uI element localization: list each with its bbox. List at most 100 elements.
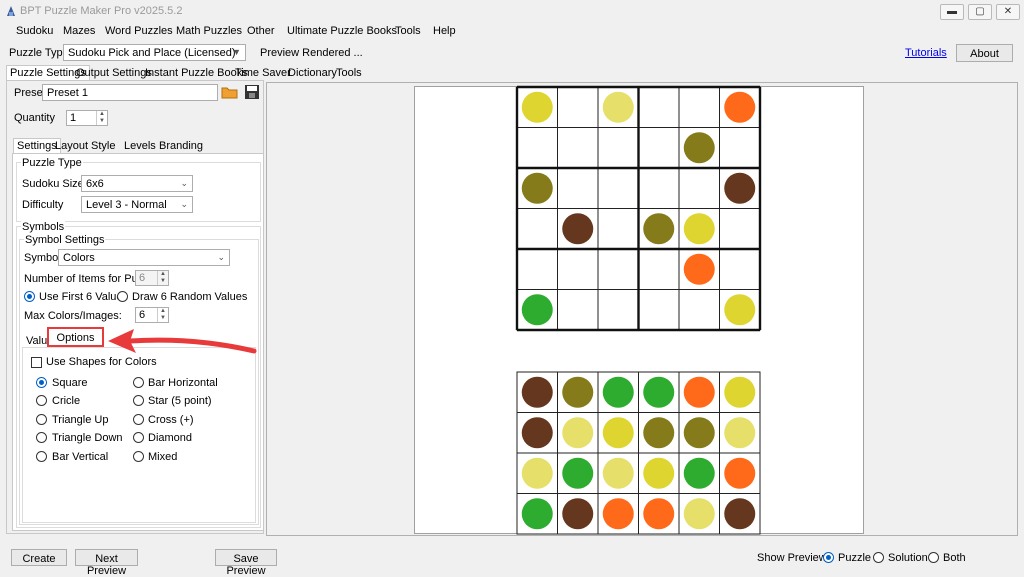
piece-color-dot[interactable] — [643, 417, 675, 449]
puzzle-type-select[interactable]: Sudoku Pick and Place (Licensed) ▼ — [63, 44, 246, 61]
piece-color-dot[interactable] — [643, 457, 675, 489]
puzzle-cell[interactable] — [638, 86, 680, 128]
shape-cross-radio[interactable] — [133, 414, 144, 425]
show-both-radio[interactable] — [928, 552, 939, 563]
puzzle-cell[interactable] — [678, 86, 720, 128]
next-preview-button[interactable]: Next Preview — [75, 549, 138, 577]
max-colors-stepper[interactable]: 6 ▲ ▼ — [135, 307, 169, 323]
shape-bar-horizontal-radio[interactable] — [133, 377, 144, 388]
puzzle-cell[interactable] — [597, 127, 639, 169]
tab-instant-puzzle-books[interactable]: Instant Puzzle Books — [145, 67, 248, 79]
tab-time-saver[interactable]: Time Saver — [235, 67, 291, 79]
spin-down-icon[interactable]: ▼ — [157, 315, 168, 322]
piece-color-dot[interactable] — [521, 417, 553, 449]
puzzle-cell[interactable] — [597, 208, 639, 250]
create-button[interactable]: Create — [11, 549, 67, 566]
tab-options[interactable]: Options — [47, 327, 104, 347]
puzzle-cell[interactable] — [557, 289, 599, 331]
minimize-button[interactable]: ▬ — [940, 4, 964, 20]
save-icon[interactable] — [244, 84, 260, 100]
menu-other[interactable]: Other — [247, 25, 275, 37]
shape-triangle-up-radio[interactable] — [36, 414, 47, 425]
save-preview-button[interactable]: Save Preview — [215, 549, 277, 577]
puzzle-cell[interactable] — [638, 167, 680, 209]
folder-open-icon[interactable] — [221, 84, 239, 100]
puzzle-cell[interactable] — [557, 248, 599, 290]
puzzle-cell[interactable] — [719, 248, 761, 290]
sudoku-size-select[interactable]: 6x6 ⌄ — [81, 175, 193, 192]
piece-color-dot[interactable] — [602, 457, 634, 489]
puzzle-cell[interactable] — [719, 208, 761, 250]
piece-color-dot[interactable] — [724, 376, 756, 408]
piece-color-dot[interactable] — [521, 498, 553, 530]
spin-up-icon[interactable]: ▲ — [157, 308, 168, 315]
piece-color-dot[interactable] — [724, 457, 756, 489]
puzzle-cell[interactable] — [516, 248, 558, 290]
piece-color-dot[interactable] — [562, 457, 594, 489]
tab-levels[interactable]: Levels — [124, 140, 156, 152]
close-button[interactable]: ✕ — [996, 4, 1020, 20]
items-for-puzzle-stepper[interactable]: 6 ▲ ▼ — [135, 270, 169, 286]
shape-square-radio[interactable] — [36, 377, 47, 388]
menu-word-puzzles[interactable]: Word Puzzles — [105, 25, 173, 37]
piece-color-dot[interactable] — [643, 376, 675, 408]
puzzle-cell[interactable] — [516, 127, 558, 169]
spin-up-icon[interactable]: ▲ — [96, 111, 107, 118]
piece-color-dot[interactable] — [602, 498, 634, 530]
use-shapes-checkbox[interactable] — [31, 357, 42, 368]
tab-dictionary[interactable]: Dictionary — [288, 67, 337, 79]
spin-down-icon[interactable]: ▼ — [96, 118, 107, 125]
menu-mazes[interactable]: Mazes — [63, 25, 95, 37]
piece-color-dot[interactable] — [562, 498, 594, 530]
puzzle-cell[interactable] — [516, 208, 558, 250]
shape-circle-radio[interactable] — [36, 395, 47, 406]
puzzle-cell[interactable] — [557, 86, 599, 128]
tab-output-settings[interactable]: Output Settings — [76, 67, 152, 79]
puzzle-cell[interactable] — [557, 167, 599, 209]
use-first-radio[interactable] — [24, 291, 35, 302]
puzzle-cell[interactable] — [678, 289, 720, 331]
tutorials-link[interactable]: Tutorials — [905, 47, 947, 59]
tab-branding[interactable]: Branding — [159, 140, 203, 152]
piece-color-dot[interactable] — [521, 457, 553, 489]
symbol-select[interactable]: Colors ⌄ — [58, 249, 230, 266]
show-solution-radio[interactable] — [873, 552, 884, 563]
piece-color-dot[interactable] — [562, 417, 594, 449]
tab-layout[interactable]: Layout — [55, 140, 88, 152]
shape-diamond-radio[interactable] — [133, 432, 144, 443]
piece-color-dot[interactable] — [521, 376, 553, 408]
about-button[interactable]: About — [956, 44, 1013, 62]
puzzle-cell[interactable] — [638, 289, 680, 331]
piece-color-dot[interactable] — [724, 498, 756, 530]
preset-input[interactable]: Preset 1 — [42, 84, 218, 101]
menu-sudoku[interactable]: Sudoku — [16, 25, 53, 37]
show-puzzle-radio[interactable] — [823, 552, 834, 563]
piece-color-dot[interactable] — [683, 457, 715, 489]
maximize-button[interactable]: ▢ — [968, 4, 992, 20]
piece-color-dot[interactable] — [683, 417, 715, 449]
piece-color-dot[interactable] — [683, 498, 715, 530]
tab-style[interactable]: Style — [91, 140, 115, 152]
shape-triangle-down-radio[interactable] — [36, 432, 47, 443]
piece-color-dot[interactable] — [562, 376, 594, 408]
shape-bar-vertical-radio[interactable] — [36, 451, 47, 462]
menu-math-puzzles[interactable]: Math Puzzles — [176, 25, 242, 37]
difficulty-select[interactable]: Level 3 - Normal ⌄ — [81, 196, 193, 213]
draw-random-radio[interactable] — [117, 291, 128, 302]
piece-color-dot[interactable] — [602, 376, 634, 408]
shape-star-radio[interactable] — [133, 395, 144, 406]
piece-color-dot[interactable] — [643, 498, 675, 530]
puzzle-cell[interactable] — [719, 127, 761, 169]
puzzle-cell[interactable] — [597, 248, 639, 290]
menu-help[interactable]: Help — [433, 25, 456, 37]
menu-tools[interactable]: Tools — [395, 25, 421, 37]
piece-color-dot[interactable] — [683, 376, 715, 408]
tab-settings[interactable]: Settings — [13, 138, 61, 153]
puzzle-cell[interactable] — [678, 167, 720, 209]
piece-color-dot[interactable] — [602, 417, 634, 449]
puzzle-cell[interactable] — [638, 127, 680, 169]
tab-tools[interactable]: Tools — [336, 67, 362, 79]
puzzle-cell[interactable] — [597, 167, 639, 209]
puzzle-cell[interactable] — [597, 289, 639, 331]
quantity-stepper[interactable]: 1 ▲ ▼ — [66, 110, 108, 126]
